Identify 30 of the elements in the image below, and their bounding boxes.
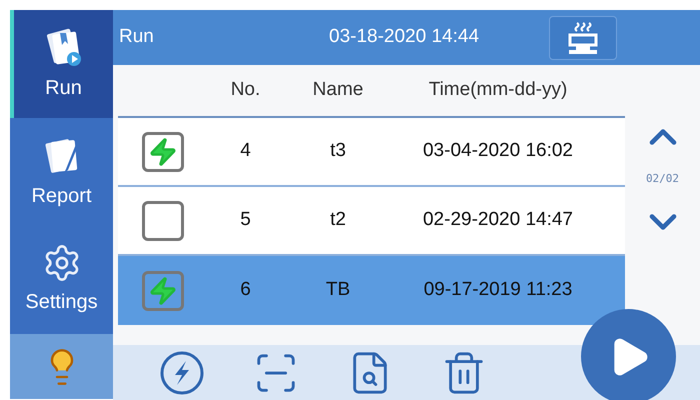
table-cell-text: 6	[239, 278, 252, 302]
table-cell-text: 02-29-2020 14:47	[422, 208, 574, 232]
table-row[interactable]: 4 t3 03-04-2020 16:02	[118, 118, 625, 187]
sidebar-item[interactable]	[10, 334, 113, 399]
date-time: 03-18-2020 14:44	[329, 25, 480, 50]
screen-title: Run	[119, 25, 155, 50]
checkbox[interactable]	[142, 270, 184, 310]
lightning-circle-icon	[159, 350, 205, 396]
table-cell-text: 09-17-2019 11:23	[422, 278, 574, 302]
table-cell-text: 5	[239, 208, 252, 232]
column-header: Time(mm-dd-yy)	[428, 78, 568, 102]
flash-button[interactable]	[159, 350, 205, 396]
table-cell-text: t3	[329, 139, 347, 164]
checkbox[interactable]	[142, 200, 184, 240]
table-cell-text: 03-04-2020 16:02	[422, 139, 574, 164]
sidebar-item[interactable]: Settings	[10, 226, 113, 334]
column-header: Name	[312, 78, 364, 102]
lightning-icon	[148, 136, 178, 166]
table-cell-text: TB	[324, 278, 352, 302]
table-cell-text: 4	[239, 139, 252, 164]
page-indicator: 02/02	[646, 171, 680, 187]
table-row[interactable]: 5 t2 02-29-2020 14:47	[118, 187, 625, 256]
heater-button[interactable]	[549, 16, 617, 60]
column-header: No.	[230, 78, 262, 102]
sidebar-item[interactable]: Report	[10, 118, 113, 226]
sidebar-item[interactable]: Run	[10, 10, 113, 118]
lightning-icon	[148, 276, 178, 306]
checkbox[interactable]	[142, 132, 184, 172]
table-row[interactable]: 6 TB 09-17-2019 11:23	[118, 256, 625, 325]
table-cell-text: t2	[329, 208, 347, 232]
